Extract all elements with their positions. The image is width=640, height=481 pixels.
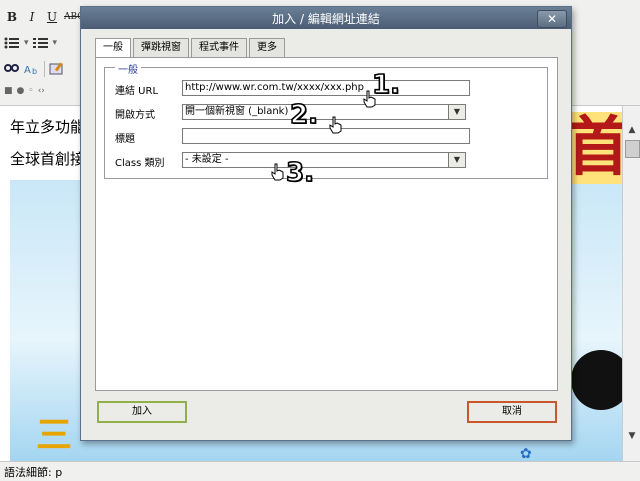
- fieldset-legend: 一般: [115, 61, 141, 76]
- underline-button[interactable]: U: [44, 8, 60, 26]
- class-select-value: - 未設定 -: [185, 154, 229, 165]
- target-select-value: 開一個新視窗 (_blank): [185, 106, 289, 117]
- url-label: 連結 URL: [115, 86, 159, 97]
- tab-popup[interactable]: 彈跳視窗: [133, 38, 189, 57]
- tab-general[interactable]: 一般: [95, 38, 131, 59]
- close-button[interactable]: ✕: [537, 10, 567, 28]
- replace-icon[interactable]: Ab: [24, 60, 40, 78]
- url-input[interactable]: http://www.wr.com.tw/xxxx/xxx.php: [182, 80, 470, 96]
- link-icon[interactable]: ◦: [28, 86, 33, 96]
- class-label: Class 類別: [115, 158, 165, 169]
- hand-cursor-icon: [329, 116, 342, 134]
- tab-events[interactable]: 程式事件: [191, 38, 247, 57]
- chevron-down-icon[interactable]: ▼: [448, 153, 465, 167]
- general-fieldset: 一般 連結 URL http://www.wr.com.tw/xxxx/xxx.…: [104, 61, 548, 179]
- toolbar-row-misc: ■ ● ◦ ‹›: [4, 80, 45, 102]
- toolbar-row-lists: ▾ ▾: [4, 32, 57, 54]
- bullet-list-icon[interactable]: [4, 34, 20, 52]
- annotation-step-1: 1.: [371, 70, 401, 100]
- title-label: 標題: [115, 134, 135, 145]
- dialog-tabs: 一般 彈跳視窗 程式事件 更多: [95, 38, 285, 59]
- svg-text:A: A: [24, 65, 31, 76]
- lock-icon[interactable]: ■: [4, 86, 13, 96]
- bold-button[interactable]: B: [4, 8, 20, 26]
- svg-text:b: b: [32, 67, 37, 76]
- tab-panel-general: 一般 連結 URL http://www.wr.com.tw/xxxx/xxx.…: [95, 57, 558, 391]
- content-line-2: 全球首創接: [10, 150, 86, 168]
- flower-icon: ✿: [520, 446, 532, 462]
- scrollbar-thumb[interactable]: [625, 140, 640, 158]
- insert-button[interactable]: 加入: [97, 401, 187, 423]
- target-select[interactable]: 開一個新視窗 (_blank) ▼: [182, 104, 466, 120]
- edit-icon[interactable]: [49, 60, 65, 78]
- numbered-list-icon[interactable]: [32, 34, 49, 52]
- status-bar: 語法細節: p: [0, 461, 640, 481]
- cancel-button[interactable]: 取消: [467, 401, 557, 423]
- chevron-down-icon[interactable]: ▾: [53, 38, 58, 48]
- italic-button[interactable]: I: [24, 8, 40, 26]
- hand-cursor-icon: [363, 90, 376, 108]
- image-bottom-text: 三: [36, 414, 79, 456]
- chevron-down-icon[interactable]: ▼: [448, 105, 465, 119]
- toolbar-row-tools: Ab: [4, 58, 65, 80]
- code-icon[interactable]: ‹›: [38, 86, 45, 96]
- scroll-up-icon[interactable]: ▲: [623, 122, 640, 138]
- annotation-step-2: 2.: [289, 100, 319, 130]
- toolbar-divider: [44, 61, 45, 77]
- link-dialog: 加入 / 編輯網址連結 ✕ 一般 彈跳視窗 程式事件 更多 一般 連結 URL …: [80, 6, 572, 441]
- dialog-title: 加入 / 編輯網址連結: [272, 12, 380, 26]
- class-select[interactable]: - 未設定 - ▼: [182, 152, 466, 168]
- title-input[interactable]: [182, 128, 470, 144]
- dialog-titlebar[interactable]: 加入 / 編輯網址連結 ✕: [81, 7, 571, 29]
- target-label: 開啟方式: [115, 110, 155, 121]
- content-line-1: 年立多功能: [10, 118, 86, 136]
- tab-advanced[interactable]: 更多: [249, 38, 285, 57]
- toolbar-row-formatting: B I U ABC: [4, 6, 84, 28]
- chevron-down-icon[interactable]: ▾: [24, 38, 29, 48]
- element-path: 語法細節: p: [4, 466, 63, 479]
- annotation-step-3: 3.: [285, 158, 315, 188]
- vertical-scrollbar[interactable]: ▲ ▼: [622, 106, 640, 461]
- globe-icon[interactable]: ●: [17, 86, 25, 96]
- hand-cursor-icon: [271, 163, 284, 181]
- find-icon[interactable]: [4, 60, 20, 78]
- scroll-down-icon[interactable]: ▼: [623, 428, 640, 444]
